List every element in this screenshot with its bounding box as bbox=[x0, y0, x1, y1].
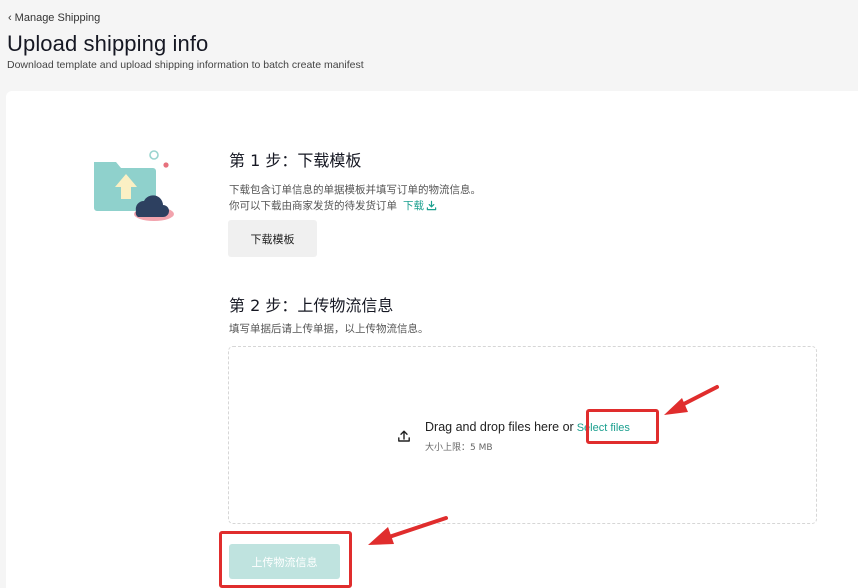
folder-upload-illustration bbox=[94, 150, 174, 221]
chevron-left-icon: ‹ bbox=[8, 12, 12, 24]
upload-icon bbox=[398, 430, 410, 442]
back-link-label: Manage Shipping bbox=[14, 12, 101, 24]
file-dropzone[interactable]: Drag and drop files here or Select files … bbox=[228, 346, 817, 524]
step1-desc-line1: 下载包含订单信息的单据模板并填写订单的物流信息。 bbox=[229, 184, 481, 196]
dropzone-instruction: Drag and drop files here or bbox=[425, 420, 574, 434]
download-link-label: 下载 bbox=[403, 200, 424, 212]
annotation-arrow-upload-button bbox=[368, 516, 448, 545]
step1-title: 第 1 步：下载模板 bbox=[229, 151, 362, 170]
back-link-manage-shipping[interactable]: ‹ Manage Shipping bbox=[8, 12, 100, 24]
step1-desc-line2-text: 你可以下载由商家发货的待发货订单 bbox=[229, 200, 397, 212]
step2-title: 第 2 步：上传物流信息 bbox=[229, 296, 394, 315]
step1-desc-line2: 你可以下载由商家发货的待发货订单 下载 bbox=[229, 198, 437, 213]
highlight-box-select-files bbox=[586, 409, 659, 444]
download-orders-link[interactable]: 下载 bbox=[403, 198, 437, 213]
download-template-button[interactable]: 下载模板 bbox=[228, 220, 317, 257]
annotation-arrow-select-files bbox=[664, 385, 719, 415]
download-icon bbox=[426, 200, 437, 211]
page-title: Upload shipping info bbox=[7, 31, 209, 56]
page-subtitle: Download template and upload shipping in… bbox=[7, 59, 364, 71]
size-limit-text: 大小上限：5 MB bbox=[425, 443, 493, 453]
highlight-box-upload-button bbox=[219, 531, 352, 588]
step2-desc: 填写单据后请上传单据，以上传物流信息。 bbox=[229, 323, 429, 335]
